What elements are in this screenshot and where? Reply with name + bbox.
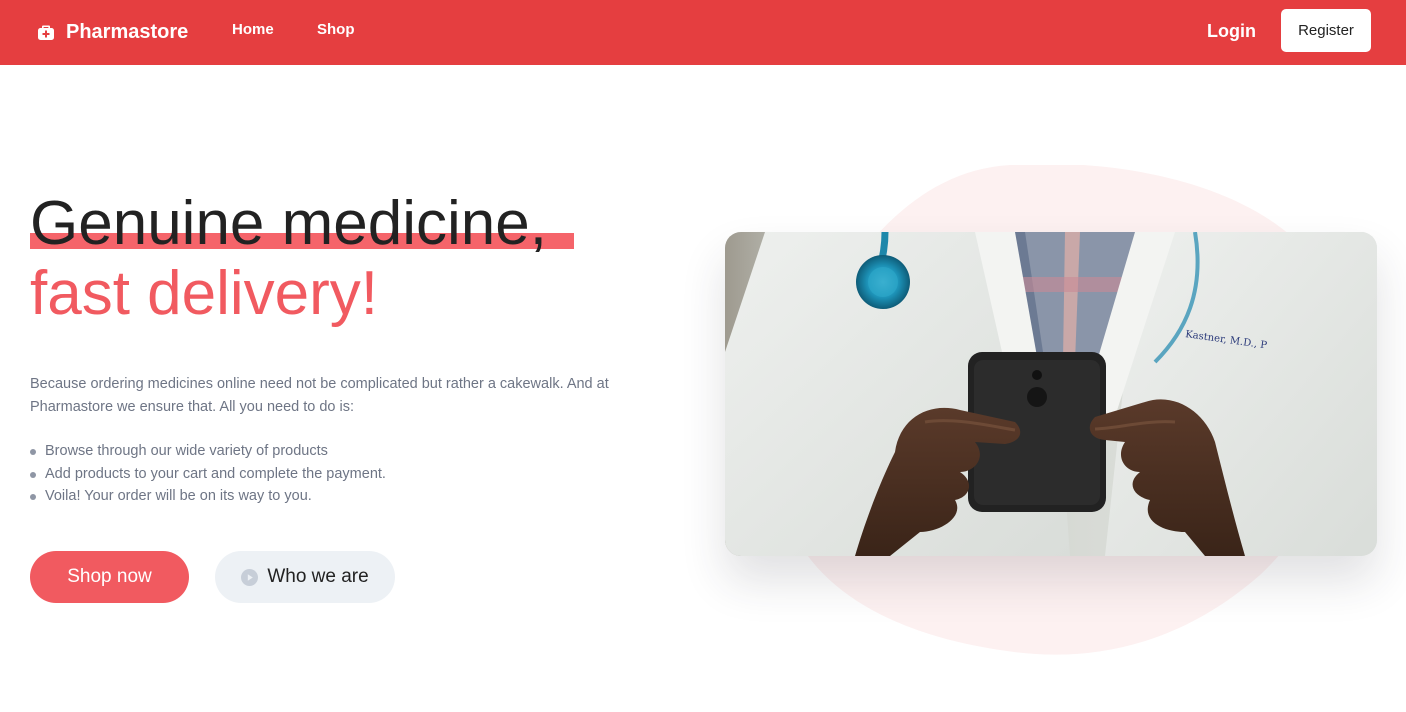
nav-home-link[interactable]: Home (232, 21, 274, 38)
play-circle-icon (241, 568, 259, 586)
hero-photo: Kastner, M.D., P (725, 232, 1377, 556)
nav-shop-link[interactable]: Shop (317, 21, 355, 38)
headline-line-1: Genuine medicine, (30, 188, 574, 260)
headline-line-1-text: Genuine medicine, (30, 189, 547, 258)
step-text: Browse through our wide variety of produ… (45, 443, 328, 459)
register-button[interactable]: Register (1281, 9, 1371, 52)
step-text: Add products to your cart and complete t… (45, 465, 386, 482)
hero-intro-text: Because ordering medicines online need n… (30, 376, 609, 415)
bullet-icon (30, 449, 36, 455)
step-text: Voila! Your order will be on its way to … (45, 488, 312, 504)
medicine-box-icon (38, 25, 54, 40)
hero-headline: Genuine medicine, fast delivery! (30, 188, 574, 330)
brand-logo[interactable]: Pharmastore (37, 18, 188, 46)
top-navbar: Pharmastore Home Shop Login Register (0, 0, 1406, 65)
doctor-with-phone-photo: Kastner, M.D., P (725, 232, 1377, 556)
headline-line-2: fast delivery! (30, 259, 379, 328)
steps-list: Browse through our wide variety of produ… (30, 440, 386, 508)
who-we-are-button[interactable]: Who we are (215, 551, 395, 603)
shop-now-button[interactable]: Shop now (30, 551, 189, 603)
who-we-are-label: Who we are (267, 566, 369, 587)
brand-name: Pharmastore (66, 20, 189, 43)
list-item: Add products to your cart and complete t… (30, 463, 386, 486)
bullet-icon (30, 471, 36, 478)
bullet-icon (30, 494, 36, 500)
list-item: Voila! Your order will be on its way to … (30, 485, 386, 508)
list-item: Browse through our wide variety of produ… (30, 440, 386, 463)
login-link[interactable]: Login (1207, 21, 1256, 42)
